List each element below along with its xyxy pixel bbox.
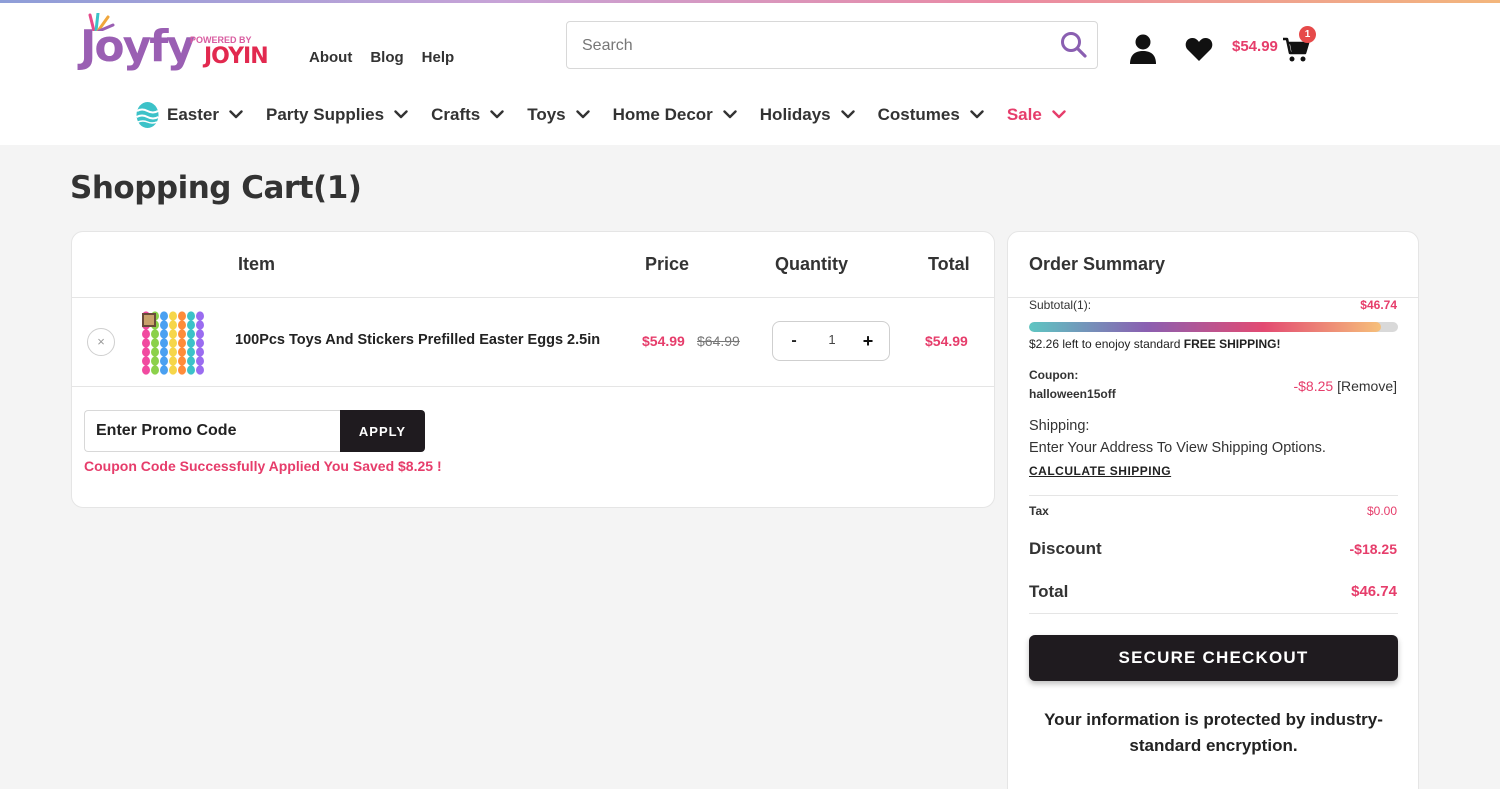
coupon-remove-link[interactable]: [Remove] <box>1337 378 1397 394</box>
nav-label-easter: Easter <box>167 104 219 124</box>
apply-promo-button[interactable]: APPLY <box>340 410 425 452</box>
nav-label-party-supplies: Party Supplies <box>265 104 385 124</box>
discount-value: -$18.25 <box>1349 541 1397 557</box>
logo-joyin: JOYIN <box>204 44 269 69</box>
chevron-down-icon <box>575 110 590 119</box>
nav-label-toys: Toys <box>527 104 566 124</box>
quantity-increase-button[interactable]: + <box>857 330 879 352</box>
secure-checkout-button[interactable]: SECURE CHECKOUT <box>1029 635 1398 681</box>
total-divider <box>1029 613 1398 614</box>
nav-label-crafts: Crafts <box>431 104 481 124</box>
search-bar <box>566 21 1098 69</box>
joyfy-logo[interactable]: Joyfy POWERED BY JOYIN <box>80 13 280 75</box>
easter-egg-icon <box>136 102 159 128</box>
nav-item-home-decor[interactable]: Home Decor <box>613 105 737 125</box>
column-header-total: Total <box>928 254 970 274</box>
column-header-price: Price <box>645 254 690 274</box>
tax-value: $0.00 <box>1366 504 1397 518</box>
nav-item-party-supplies[interactable]: Party Supplies <box>266 105 408 125</box>
header-divider <box>72 297 994 298</box>
free-shipping-progress <box>1029 322 1398 332</box>
nav-item-toys[interactable]: Toys <box>527 104 590 125</box>
nav-item-crafts[interactable]: Crafts <box>431 105 504 125</box>
logo-wordmark: Joyfy <box>80 21 195 72</box>
account-icon[interactable] <box>1128 33 1158 65</box>
cart-count-badge: 1 <box>1299 26 1316 43</box>
chevron-down-icon <box>394 110 408 119</box>
free-shipping-message: $2.26 left to enojoy standard FREE SHIPP… <box>1029 337 1280 351</box>
help-link[interactable]: Help <box>422 49 455 66</box>
promo-success-message: Coupon Code Successfully Applied You Sav… <box>84 458 442 474</box>
total-value: $46.74 <box>1351 583 1397 600</box>
summary-divider <box>1029 495 1398 496</box>
row-total: $54.99 <box>925 333 968 349</box>
product-thumbnail[interactable] <box>140 309 206 375</box>
remove-item-button[interactable]: × <box>87 328 115 356</box>
discount-label: Discount <box>1029 539 1102 558</box>
nav-item-holidays[interactable]: Holidays <box>760 105 855 125</box>
cart-table: Item Price Quantity Total × 100Pcs Toys … <box>71 231 995 508</box>
nav-item-costumes[interactable]: Costumes <box>878 105 984 125</box>
utility-links: About Blog Help <box>309 49 454 66</box>
progress-fill <box>1029 322 1382 332</box>
cart-amount[interactable]: $54.99 <box>1232 38 1278 55</box>
summary-title: Order Summary <box>1029 254 1166 274</box>
chevron-down-icon <box>1052 110 1066 119</box>
wishlist-heart-icon[interactable] <box>1185 36 1213 62</box>
subtotal-label: Subtotal(1): <box>1029 298 1092 312</box>
chevron-down-icon <box>723 110 737 119</box>
row-divider <box>72 386 994 387</box>
tax-label: Tax <box>1029 504 1049 518</box>
nav-item-easter[interactable]: Easter <box>136 101 243 128</box>
chevron-down-icon <box>840 110 855 119</box>
shipping-text: Enter Your Address To View Shipping Opti… <box>1029 440 1326 456</box>
column-header-quantity: Quantity <box>775 254 849 274</box>
site-header: Joyfy POWERED BY JOYIN About Blog Help $… <box>0 3 1500 145</box>
free-shipping-text: left to enojoy standard <box>1062 337 1181 351</box>
price-sale: $54.99 <box>642 333 685 349</box>
calculate-shipping-link[interactable]: CALCULATE SHIPPING <box>1029 464 1171 478</box>
search-input[interactable] <box>582 33 1042 59</box>
page-title: Shopping Cart(1) <box>70 170 362 206</box>
chevron-down-icon <box>229 110 243 119</box>
coupon-value: -$8.25 <box>1293 378 1334 394</box>
nav-label-holidays: Holidays <box>759 104 831 124</box>
nav-label-home-decor: Home Decor <box>612 104 713 124</box>
coupon-label: Coupon: <box>1029 368 1079 382</box>
nav-item-sale[interactable]: Sale <box>1007 105 1066 125</box>
quantity-value[interactable]: 1 <box>818 332 846 347</box>
nav-label-costumes: Costumes <box>877 104 960 124</box>
price-original: $64.99 <box>697 333 740 349</box>
free-shipping-amount: $2.26 <box>1029 337 1060 351</box>
quantity-stepper: - 1 + <box>772 321 890 361</box>
shipping-label: Shipping: <box>1029 418 1090 434</box>
main-nav: Easter Party Supplies Crafts Toys Home D… <box>136 101 1089 128</box>
product-name[interactable]: 100Pcs Toys And Stickers Prefilled Easte… <box>235 332 600 348</box>
search-icon <box>1061 32 1087 58</box>
column-header-item: Item <box>238 254 276 274</box>
coupon-code: halloween15off <box>1029 387 1116 401</box>
subtotal-value: $46.74 <box>1360 298 1397 312</box>
total-label: Total <box>1029 582 1069 601</box>
promo-code-input[interactable] <box>84 410 342 452</box>
quantity-decrease-button[interactable]: - <box>783 330 805 352</box>
order-summary: Order Summary Subtotal(1): $46.74 $2.26 … <box>1007 231 1419 789</box>
nav-label-sale: Sale <box>1006 104 1042 124</box>
chevron-down-icon <box>490 110 504 119</box>
security-note: Your information is protected by industr… <box>1044 710 1383 755</box>
chevron-down-icon <box>970 110 984 119</box>
free-shipping-bold: FREE SHIPPING! <box>1183 337 1281 351</box>
about-link[interactable]: About <box>309 49 352 66</box>
search-button[interactable] <box>1059 30 1089 60</box>
blog-link[interactable]: Blog <box>370 49 403 66</box>
